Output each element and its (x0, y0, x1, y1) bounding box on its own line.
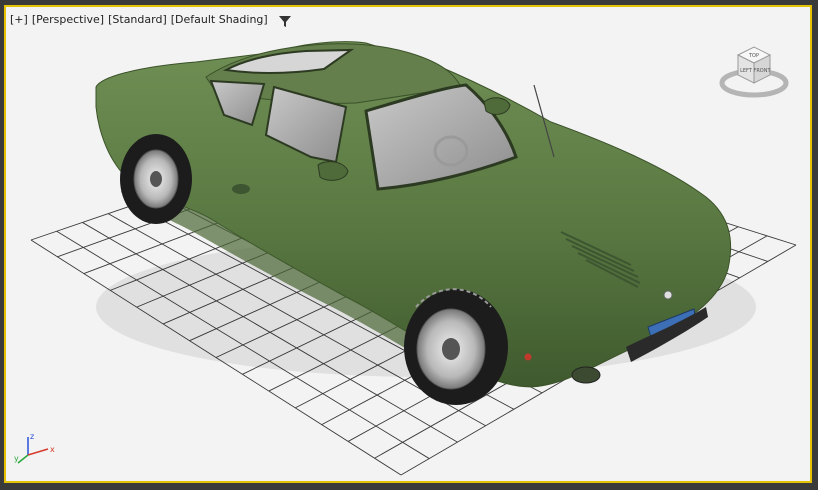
axis-x-label: x (50, 445, 55, 454)
indicator-light (524, 353, 532, 361)
viewport-menu-shading[interactable]: [Default Shading] (171, 13, 268, 28)
viewport-scene[interactable] (6, 7, 810, 481)
axis-tripod-icon: z x y (14, 432, 55, 464)
right-mirror (483, 97, 511, 115)
axis-y-label: y (14, 454, 19, 463)
viewcube-top-label: TOP (748, 53, 759, 59)
hood-badge (663, 290, 673, 300)
viewcube[interactable]: TOP FRONT LEFT (718, 37, 790, 99)
front-wheel (404, 288, 508, 405)
viewcube-front-label: FRONT (753, 68, 771, 74)
axis-z-label: z (30, 432, 34, 441)
filter-icon[interactable] (278, 14, 292, 28)
car-model[interactable] (95, 41, 756, 405)
viewcube-left-label: LEFT (740, 68, 753, 74)
viewport-frame: [+] [Perspective] [Standard] [Default Sh… (0, 0, 818, 490)
viewport-menu-plus[interactable]: [+] (10, 13, 28, 28)
door-handle (232, 184, 250, 194)
viewport-menu-per-view-preference[interactable]: [Standard] (108, 13, 167, 28)
perspective-viewport[interactable]: [+] [Perspective] [Standard] [Default Sh… (4, 5, 812, 483)
viewport-menu-point-of-view[interactable]: [Perspective] (32, 13, 104, 28)
fog-light (571, 366, 601, 384)
rear-wheel (120, 134, 192, 224)
viewport-label-bar: [+] [Perspective] [Standard] [Default Sh… (10, 13, 292, 28)
